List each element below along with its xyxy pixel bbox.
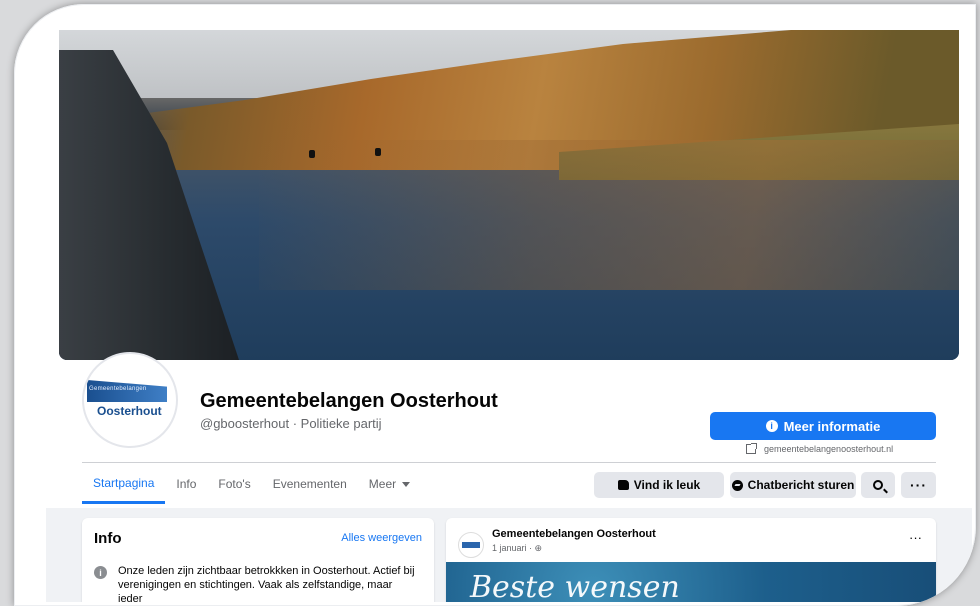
tab-startpagina[interactable]: Startpagina — [82, 464, 166, 504]
globe-icon: ⊕ — [534, 543, 543, 553]
messenger-icon — [731, 479, 743, 491]
tab-fotos[interactable]: Foto's — [207, 464, 261, 504]
like-button[interactable]: Vind ik leuk — [594, 472, 724, 498]
facebook-page: Gemeentebelangen Oosterhout Gemeentebela… — [46, 24, 972, 602]
party-logo: Gemeentebelangen Oosterhout — [87, 374, 173, 426]
like-label: Vind ik leuk — [633, 478, 701, 492]
info-description: Onze leden zijn zichtbaar betrokkken in … — [118, 565, 415, 602]
message-button[interactable]: Chatbericht sturen — [730, 472, 856, 498]
info-icon: i — [94, 566, 107, 579]
page-tabs: Startpagina Info Foto's Evenementen Meer — [82, 464, 421, 504]
post-image[interactable]: Beste wensen — [446, 562, 936, 602]
post-date: 1 januari · — [492, 543, 535, 553]
cover-reflection — [259, 140, 959, 290]
page-subtitle: @gboosterhout · Politieke partij — [200, 416, 382, 431]
message-label: Chatbericht sturen — [747, 478, 855, 492]
search-icon — [873, 480, 883, 490]
tab-label: Info — [176, 477, 197, 491]
post-more-icon[interactable]: ··· — [909, 530, 922, 545]
screenshot-frame: Gemeentebelangen Oosterhout Gemeentebela… — [14, 4, 976, 606]
tab-label: Foto's — [218, 477, 251, 491]
more-options-button[interactable]: ··· — [901, 472, 936, 498]
thumbs-up-icon — [617, 480, 629, 490]
page-title: Gemeentebelangen Oosterhout — [200, 390, 498, 412]
logo-bottom-text: Oosterhout — [97, 404, 162, 418]
see-all-link[interactable]: Alles weergeven — [341, 532, 422, 544]
post-avatar[interactable] — [458, 532, 484, 558]
post-author[interactable]: Gemeentebelangen Oosterhout — [492, 528, 656, 540]
post-image-text: Beste wensen — [470, 570, 680, 602]
info-icon: i — [765, 420, 778, 432]
more-dots-icon: ··· — [910, 477, 927, 493]
logo-top-text: Gemeentebelangen — [89, 386, 147, 392]
chevron-down-icon — [402, 481, 411, 487]
cover-photo[interactable] — [59, 30, 959, 360]
tab-info[interactable]: Info — [165, 464, 207, 504]
more-info-label: Meer informatie — [783, 418, 881, 434]
tab-meer[interactable]: Meer — [358, 464, 421, 504]
logo-banner — [462, 542, 480, 548]
tab-evenementen[interactable]: Evenementen — [262, 464, 358, 504]
info-card-title: Info — [94, 530, 122, 547]
search-button[interactable] — [861, 472, 895, 498]
rower-1 — [309, 150, 315, 158]
info-card: Info Alles weergeven i Onze leden zijn z… — [82, 518, 434, 602]
external-link-icon — [746, 443, 757, 454]
rower-2 — [375, 148, 381, 156]
website-link[interactable]: gemeentebelangenoosterhout.nl — [746, 443, 894, 454]
post-card: Gemeentebelangen Oosterhout 1 januari · … — [446, 518, 936, 602]
website-label: gemeentebelangenoosterhout.nl — [764, 444, 894, 454]
tab-label: Startpagina — [93, 475, 155, 490]
tab-label: Meer — [368, 477, 397, 491]
tab-label: Evenementen — [272, 477, 347, 491]
post-meta: 1 januari · ⊕ — [492, 543, 542, 554]
header-divider — [82, 462, 936, 463]
more-info-button[interactable]: i Meer informatie — [710, 412, 936, 440]
profile-avatar[interactable]: Gemeentebelangen Oosterhout — [82, 352, 178, 448]
